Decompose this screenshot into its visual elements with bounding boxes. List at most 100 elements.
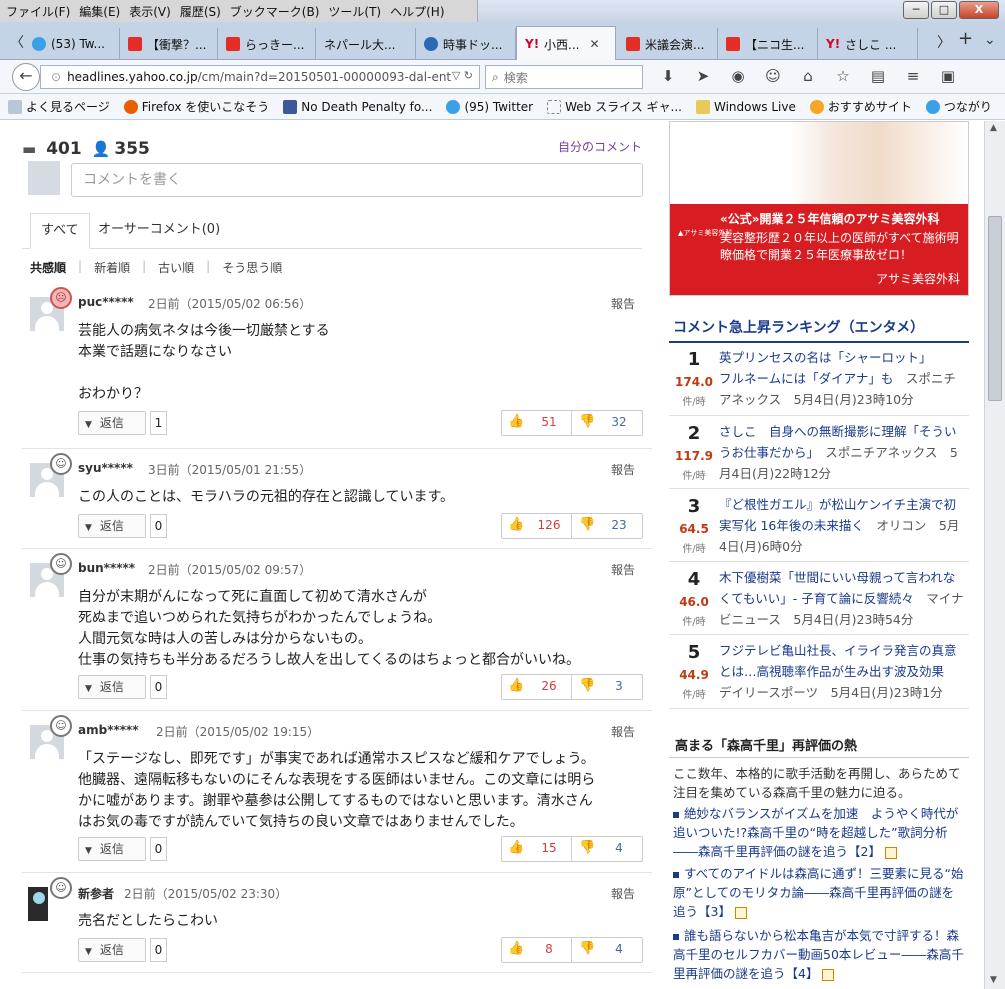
ranking-item[interactable]: 4 46.0 件/時 木下優樹菜「世間にいい母親って言われなくてもいい」- 子育… [669, 563, 969, 635]
tab-yahoo-active[interactable]: Y! 小西... ✕ [516, 26, 616, 61]
back-button[interactable]: ← [12, 63, 40, 91]
ranking-item[interactable]: 2 117.9 件/時 さしこ 自身への無断撮影に理解「そういうお仕事だから」 … [669, 417, 969, 489]
sort-agree[interactable]: そう思う順 [222, 259, 282, 276]
sort-newest[interactable]: 新着順 [94, 259, 130, 276]
tab-youtube-4[interactable]: 【ニコ生... [718, 28, 818, 60]
home-icon[interactable]: ⌂ [795, 67, 821, 85]
special-link-text[interactable]: 絶妙なバランスがイズムを加速 ようやく時代が追いついた!?森高千里の“時を超越し… [673, 806, 958, 859]
thumbs-up-button[interactable]: 👍 8 [502, 938, 572, 962]
maximize-button[interactable]: □ [931, 1, 957, 19]
special-link[interactable]: 誰も語らないから松本亀吉が本気で寸評する！森高千里のセルフカバー動画50本レビュ… [673, 926, 965, 983]
tab-jiji[interactable]: 時事ドッ... [416, 28, 516, 60]
thumbs-down-icon[interactable]: 👎 [579, 678, 595, 693]
ad-headline[interactable]: «公式»開業２５年信頼のアサミ美容外科 [720, 210, 940, 227]
tab-scroll-left-icon[interactable]: 〈 [10, 32, 24, 52]
page-scrollbar[interactable]: ▲ ▼ [984, 121, 1005, 989]
report-link[interactable]: 報告 [611, 295, 635, 312]
reply-button[interactable]: ▼ 返信 [78, 514, 146, 538]
bookmark-facebook[interactable]: No Death Penalty fo... [283, 99, 432, 114]
special-link[interactable]: 絶妙なバランスがイズムを加速 ようやく時代が追いついた!?森高千里の“時を超越し… [673, 804, 965, 861]
bookmark-webslice[interactable]: Web スライス ギャ... [547, 98, 682, 115]
bookmark-most-visited[interactable]: よく見るページ [8, 98, 110, 115]
comment-user[interactable]: 新参者 [78, 885, 114, 902]
new-tab-icon[interactable]: + [958, 28, 973, 49]
scroll-thumb[interactable] [988, 216, 1002, 401]
tab-all[interactable]: すべて [30, 213, 90, 249]
thumbs-up-button[interactable]: 👍 26 [502, 675, 572, 699]
reply-button[interactable]: ▼ 返信 [78, 411, 146, 435]
bookmark-twitter[interactable]: (95) Twitter [446, 99, 533, 114]
menu-edit[interactable]: 編集(E) [79, 3, 120, 20]
eye-icon[interactable]: ◉ [725, 67, 751, 85]
comment-input[interactable]: コメントを書く [71, 163, 643, 197]
scroll-down-icon[interactable]: ▼ [990, 975, 997, 985]
tab-list-icon[interactable]: ⌄ [984, 32, 996, 48]
thumbs-down-icon[interactable]: 👎 [579, 414, 595, 429]
close-window-button[interactable]: X [959, 1, 999, 19]
bookmark-windows-live[interactable]: Windows Live [695, 99, 796, 114]
comment-user[interactable]: bun***** [78, 561, 135, 575]
download-icon[interactable]: ⬇ [655, 67, 681, 85]
report-link[interactable]: 報告 [611, 723, 635, 740]
search-input[interactable]: ⌕ 検索 [485, 65, 643, 89]
report-link[interactable]: 報告 [611, 885, 635, 902]
menu-file[interactable]: ファイル(F) [6, 3, 70, 20]
send-icon[interactable]: ➤ [690, 67, 716, 85]
bookmark-recommended[interactable]: おすすめサイト [809, 98, 912, 115]
tab-yahoo-2[interactable]: Y! さしこ ... [818, 28, 918, 60]
ranking-item[interactable]: 1 174.0 件/時 英プリンセスの名は「シャーロット」 フルネームには「ダイ… [669, 343, 969, 416]
page-content: ▬ 401 👤 355 自分のコメント コメントを書く すべて オーサーコメント… [0, 121, 984, 989]
scroll-up-icon[interactable]: ▲ [990, 123, 997, 133]
reply-button[interactable]: ▼ 返信 [78, 837, 146, 861]
minimize-button[interactable]: ─ [903, 1, 929, 19]
menu-history[interactable]: 履歴(S) [180, 3, 221, 20]
menu-help[interactable]: ヘルプ(H) [390, 3, 444, 20]
addon-icon[interactable]: ▣ [935, 67, 961, 85]
ranking-item[interactable]: 3 64.5 件/時 『ど根性ガエル』が松山ケンイチ主演で初実写化 16年後の未… [669, 490, 969, 562]
menu-view[interactable]: 表示(V) [129, 3, 171, 20]
tab-youtube-2[interactable]: らっきー... [218, 28, 316, 60]
tab-nepal[interactable]: ネパール大... [316, 28, 416, 60]
thumbs-down-icon[interactable]: 👎 [579, 517, 595, 532]
tab-youtube-3[interactable]: 米議会演... [618, 28, 718, 60]
menu-tools[interactable]: ツール(T) [328, 3, 381, 20]
thumbs-up-button[interactable]: 👍 126 [502, 514, 572, 538]
tab-label: 【ニコ生... [745, 37, 805, 52]
reading-list-icon[interactable]: ▤ [865, 67, 891, 85]
tab-twitter[interactable]: (53) Tw... [24, 28, 120, 60]
close-tab-icon[interactable]: ✕ [589, 37, 599, 51]
special-link-text[interactable]: すべてのアイドルは森高に通ず！三要素に見る“始原”としてのモリタカ論――森高千里… [673, 866, 963, 919]
url-bar[interactable]: ⊙ headlines.yahoo.co.jp/cm/main?d=201505… [40, 65, 480, 89]
comment-user[interactable]: amb***** [78, 723, 139, 737]
reload-icon[interactable]: ▽ ↻ [452, 69, 473, 82]
special-link[interactable]: すべてのアイドルは森高に通ず！三要素に見る“始原”としてのモリタカ論――森高千里… [673, 864, 965, 921]
ranking-item[interactable]: 5 44.9 件/時 フジテレビ亀山社長、イライラ発言の真意とは…高視聴率作品が… [669, 636, 969, 709]
smiley-icon[interactable]: ☺ [760, 67, 786, 85]
rank-link[interactable]: 英プリンセスの名は「シャーロット」 フルネームには「ダイアナ」も [719, 350, 932, 386]
menu-bookmarks[interactable]: ブックマーク(B) [230, 3, 320, 20]
tab-youtube-1[interactable]: 【衝撃？... [120, 28, 218, 60]
thumbs-down-icon[interactable]: 👎 [579, 840, 595, 855]
tab-author-comments[interactable]: オーサーコメント(0) [88, 213, 230, 249]
reply-button[interactable]: ▼ 返信 [78, 675, 146, 699]
bookmark-tsunagari[interactable]: つながり [925, 98, 992, 115]
special-link-text[interactable]: 誰も語らないから松本亀吉が本気で寸評する！森高千里のセルフカバー動画50本レビュ… [673, 928, 964, 981]
reply-button[interactable]: ▼ 返信 [78, 938, 146, 962]
tab-scroll-right-icon[interactable]: 〉 [937, 32, 951, 52]
sort-empathy[interactable]: 共感順 [30, 259, 66, 276]
advertisement[interactable]: ▲アサミ美容外科 «公式»開業２５年信頼のアサミ美容外科 美容整形歴２０年以上の… [669, 121, 969, 296]
comment-user[interactable]: syu***** [78, 461, 133, 475]
report-link[interactable]: 報告 [611, 461, 635, 478]
star-icon[interactable]: ☆ [830, 67, 856, 85]
rank-link[interactable]: フジテレビ亀山社長、イライラ発言の真意とは…高視聴率作品が生み出す波及効果 [719, 643, 957, 679]
thumbs-down-icon[interactable]: 👎 [579, 941, 595, 956]
sort-oldest[interactable]: 古い順 [158, 259, 194, 276]
menu-icon[interactable]: ≡ [900, 67, 926, 85]
my-comment-link[interactable]: 自分のコメント [558, 138, 642, 155]
comment-user[interactable]: puc***** [78, 295, 134, 309]
bookmark-firefox[interactable]: Firefox を使いこなそう [123, 98, 269, 115]
thumbs-up-button[interactable]: 👍 15 [502, 837, 572, 861]
rank-link[interactable]: 木下優樹菜「世間にいい母親って言われなくてもいい」- 子育て論に反響続々 [719, 570, 955, 606]
thumbs-up-button[interactable]: 👍 51 [502, 411, 572, 435]
report-link[interactable]: 報告 [611, 561, 635, 578]
